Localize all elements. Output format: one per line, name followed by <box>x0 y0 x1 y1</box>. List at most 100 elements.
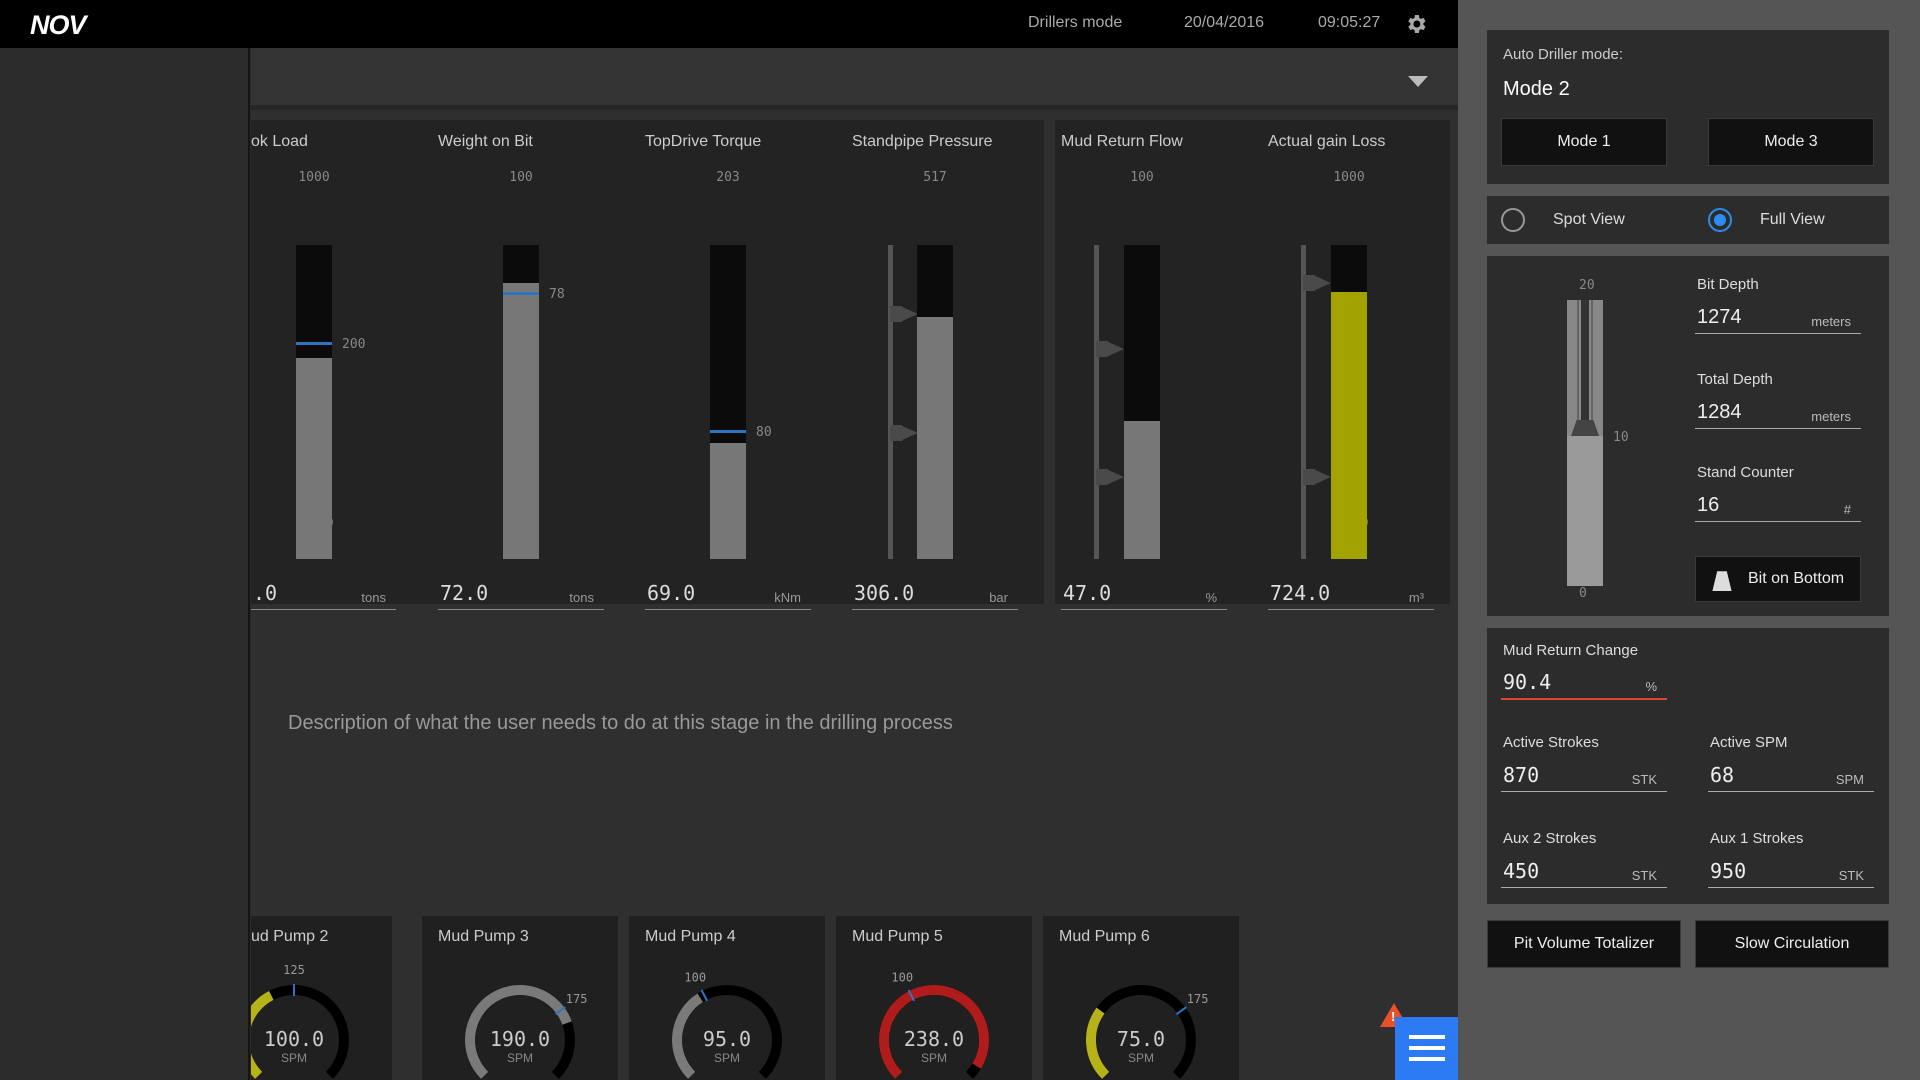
aux2-strokes-label: Aux 2 Strokes <box>1503 830 1597 847</box>
chevron-down-icon[interactable] <box>1408 76 1428 87</box>
bit-on-bottom-button[interactable]: Bit on Bottom <box>1695 556 1861 602</box>
gauge-bar-fill <box>296 358 332 559</box>
gauge-max-label: 517 <box>923 170 947 185</box>
aux2-strokes-unit: STK <box>1631 868 1657 883</box>
total-depth-field: 1284 meters <box>1695 393 1861 429</box>
mud-pump-card[interactable]: Mud Pump 3190.0SPM0250175 <box>422 916 618 1080</box>
bit-depth-value: 1274 <box>1697 306 1742 328</box>
bit-depth-label: Bit Depth <box>1697 276 1759 293</box>
gauge-value: 72.0 <box>440 581 489 605</box>
gear-icon[interactable] <box>1404 12 1428 36</box>
active-spm-label: Active SPM <box>1710 734 1788 751</box>
pump-mark-label: 100 <box>891 971 913 985</box>
pump-unit: SPM <box>1128 1051 1154 1065</box>
panel-divider <box>1044 120 1046 604</box>
mud-pump-card[interactable]: Mud Pump 495.0SPM0250100 <box>629 916 825 1080</box>
gauge-unit: tons <box>361 590 386 605</box>
gauge-value-field: .0 tons <box>251 578 396 610</box>
gauge-unit: m³ <box>1408 590 1424 605</box>
gauge-max-label: 1000 <box>1333 170 1365 185</box>
mud-pump-card[interactable]: Mud Pump 675.0SPM0250175 <box>1043 916 1239 1080</box>
top-bar: NOV Drillers mode 20/04/2016 09:05:27 <box>0 0 1458 48</box>
aux2-strokes-field: 450 STK <box>1501 852 1667 888</box>
stage-header <box>251 48 1458 110</box>
gauge-max-label: 203 <box>716 170 740 185</box>
active-spm-value: 68 <box>1710 763 1735 787</box>
aux1-strokes-unit: STK <box>1838 868 1864 883</box>
active-strokes-unit: STK <box>1631 772 1657 787</box>
gauge-limit-label: 200 <box>342 337 366 353</box>
gauge-bar <box>296 245 332 559</box>
main-area: ok Load1000-1000200.0tonsWeight on Bit10… <box>251 48 1458 1080</box>
spot-view-radio[interactable] <box>1501 208 1525 232</box>
stand-counter-label: Stand Counter <box>1697 464 1794 481</box>
mode-label: Drillers mode <box>1028 14 1123 31</box>
total-depth-value: 1284 <box>1697 401 1742 423</box>
gauge-value-field: 724.0 m³ <box>1268 578 1434 610</box>
mud-return-change-field: 90.4 % <box>1501 664 1667 700</box>
pit-volume-totalizer-button[interactable]: Pit Volume Totalizer <box>1487 920 1681 968</box>
pump-mark-label: 100 <box>684 971 706 985</box>
mud-pump-card[interactable]: ud Pump 2100.0SPM0250125 <box>251 916 392 1080</box>
right-panel: Auto Driller mode: Mode 2 Mode 1 Mode 3 … <box>1458 0 1920 1080</box>
pump-value: 100.0 <box>264 1027 324 1051</box>
nov-logo: NOV <box>30 10 87 40</box>
pump-unit: SPM <box>507 1051 533 1065</box>
gauge-bar-fill <box>1124 420 1160 559</box>
mode-1-button[interactable]: Mode 1 <box>1501 118 1667 166</box>
bit-icon <box>1712 571 1732 591</box>
well-scale-top: 20 <box>1579 278 1595 293</box>
gauge-value: 47.0 <box>1063 581 1112 605</box>
mud-return-change-value: 90.4 <box>1503 670 1552 694</box>
gauge-max-label: 1000 <box>298 170 330 185</box>
mud-stats-box: Mud Return Change 90.4 % Active Strokes … <box>1487 628 1889 904</box>
mud-return-change-unit: % <box>1645 679 1657 694</box>
left-sidebar <box>0 48 250 1080</box>
gauge-value-field: 306.0 bar <box>852 578 1018 610</box>
gauge-unit: bar <box>989 590 1008 605</box>
pump-dial-fill <box>672 993 704 1079</box>
pump-dial-fill <box>1086 1007 1110 1079</box>
bit-depth-field: 1274 meters <box>1695 298 1861 334</box>
gauge-value-field: 47.0% <box>1061 578 1227 610</box>
gauge-bar <box>1331 245 1367 559</box>
gauge-limit-marker <box>503 292 539 296</box>
alarm-list-button[interactable] <box>1395 1017 1458 1080</box>
gauge-bar <box>710 245 746 559</box>
gauge-title: Mud Return Flow <box>1061 133 1183 150</box>
aux1-strokes-value: 950 <box>1710 859 1747 883</box>
setpoint-marker-icon <box>1303 469 1331 486</box>
gauge-value: 306.0 <box>854 581 915 605</box>
pump-value: 190.0 <box>490 1027 550 1051</box>
date-label: 20/04/2016 <box>1184 14 1265 31</box>
gauge-unit: tons <box>569 590 594 605</box>
slow-circulation-button[interactable]: Slow Circulation <box>1695 920 1889 968</box>
active-strokes-value: 870 <box>1503 763 1540 787</box>
setpoint-marker-icon <box>1303 274 1331 291</box>
auto-driller-value: Mode 2 <box>1503 78 1570 100</box>
gauge-bar <box>503 245 539 559</box>
gauge-max-label: 100 <box>1130 170 1154 185</box>
auto-driller-box: Auto Driller mode: Mode 2 Mode 1 Mode 3 <box>1487 30 1889 184</box>
pump-value: 75.0 <box>1117 1027 1165 1051</box>
stage-description: Description of what the user needs to do… <box>288 712 953 734</box>
active-strokes-label: Active Strokes <box>1503 734 1599 751</box>
auto-driller-label: Auto Driller mode: <box>1503 46 1624 63</box>
gauge-bar <box>1124 245 1160 559</box>
full-view-radio[interactable] <box>1708 208 1732 232</box>
mode-3-button[interactable]: Mode 3 <box>1708 118 1874 166</box>
gauge-bar-fill <box>1331 292 1367 559</box>
gauge-bar-fill <box>503 282 539 559</box>
total-depth-unit: meters <box>1811 409 1851 424</box>
mud-pump-card[interactable]: Mud Pump 5238.0SPM0250100 <box>836 916 1032 1080</box>
gauge-title: Weight on Bit <box>438 133 533 150</box>
gauge-title: Actual gain Loss <box>1268 133 1386 150</box>
active-strokes-field: 870 STK <box>1501 756 1667 792</box>
list-icon <box>1409 1035 1445 1039</box>
setpoint-marker-icon <box>1096 469 1124 486</box>
gauge-limit-label: 78 <box>549 287 565 303</box>
setpoint-marker-icon <box>890 306 918 323</box>
gauge-value: 69.0 <box>647 581 696 605</box>
active-spm-unit: SPM <box>1835 772 1864 787</box>
gauge-bar-fill <box>710 442 746 559</box>
